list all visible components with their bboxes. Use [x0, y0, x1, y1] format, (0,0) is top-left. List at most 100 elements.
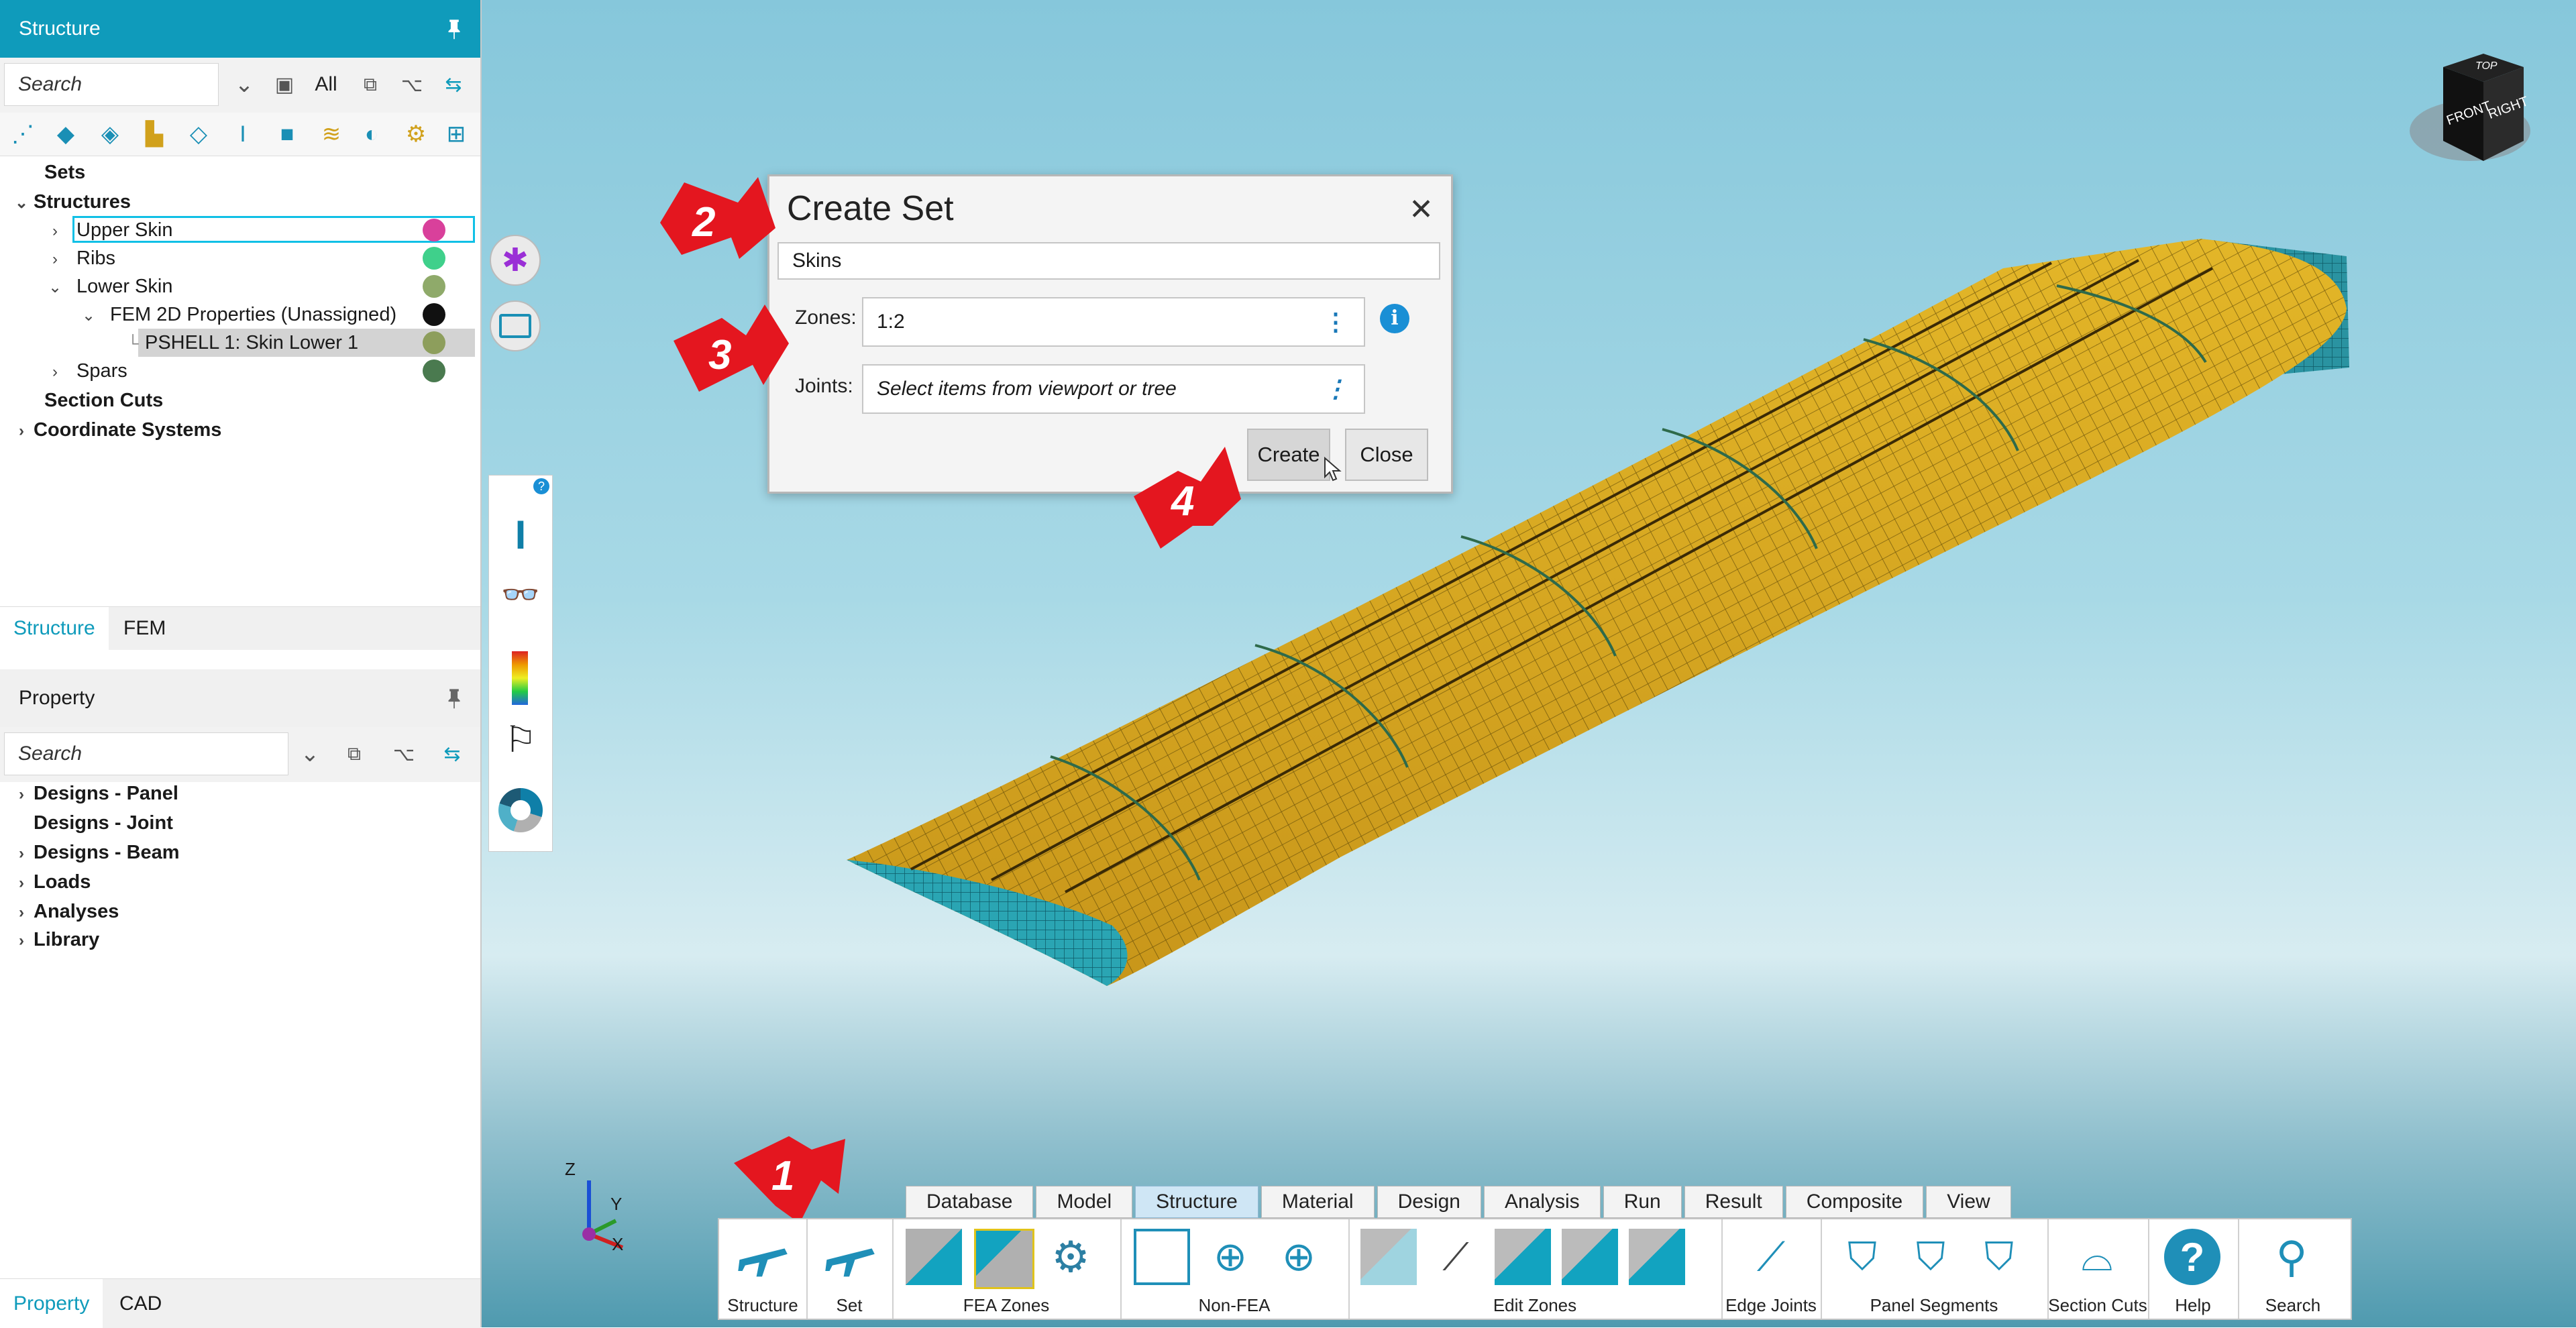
- sync-icon[interactable]: ⇆: [437, 68, 470, 101]
- box-icon[interactable]: ■: [271, 118, 303, 150]
- tab-view[interactable]: View: [1926, 1186, 2011, 1218]
- more-options-icon[interactable]: ⋮: [1324, 377, 1348, 401]
- zones-input[interactable]: 1:2 ⋮: [862, 297, 1365, 347]
- export-zone-icon[interactable]: [1629, 1229, 1685, 1285]
- chevron-down-icon[interactable]: ⌄: [76, 302, 101, 330]
- fea-zone-auto-icon[interactable]: [974, 1229, 1034, 1289]
- tab-result[interactable]: Result: [1684, 1186, 1783, 1218]
- chevron-right-icon[interactable]: ›: [9, 869, 34, 897]
- close-button[interactable]: Close: [1345, 429, 1428, 481]
- chevron-right-icon[interactable]: ›: [9, 899, 34, 927]
- tree-item-upper-skin[interactable]: › Upper Skin: [43, 216, 472, 244]
- collapse-all-icon[interactable]: ⧉: [338, 738, 370, 770]
- chevron-right-icon[interactable]: ›: [9, 840, 34, 868]
- set-name-input[interactable]: Skins: [777, 242, 1440, 280]
- tab-database[interactable]: Database: [906, 1186, 1034, 1218]
- beam-icon[interactable]: ▙: [138, 118, 170, 150]
- color-swatch[interactable]: [423, 247, 445, 270]
- filter-all-label[interactable]: All: [310, 68, 342, 101]
- add-joint-icon[interactable]: ⊕: [1271, 1229, 1327, 1285]
- section-cut-icon[interactable]: ⌓: [2069, 1229, 2125, 1285]
- tree-item-designs-panel[interactable]: › Designs - Panel: [9, 779, 178, 808]
- layers-icon[interactable]: ≋: [315, 118, 347, 150]
- search-icon[interactable]: ⚲: [2263, 1229, 2320, 1285]
- glasses-icon[interactable]: 👓: [497, 576, 544, 623]
- panel-segment-auto-icon[interactable]: ⛉: [1902, 1229, 1959, 1285]
- color-swatch[interactable]: [423, 331, 445, 354]
- chevron-down-icon[interactable]: ⌄: [294, 738, 326, 770]
- chevron-right-icon[interactable]: ›: [9, 781, 34, 809]
- ribbon-group-help[interactable]: ? Help: [2148, 1219, 2239, 1319]
- gear-icon[interactable]: ⚙: [400, 118, 432, 150]
- more-options-icon[interactable]: ⋮: [1324, 310, 1348, 334]
- fea-zone-icon[interactable]: [906, 1229, 962, 1285]
- tab-cad[interactable]: CAD: [106, 1279, 175, 1328]
- property-search-input[interactable]: Search: [4, 732, 288, 775]
- chevron-down-icon[interactable]: ⌄: [228, 68, 260, 101]
- help-icon[interactable]: ?: [533, 478, 549, 494]
- color-swatch[interactable]: [423, 303, 445, 326]
- chevron-right-icon[interactable]: ›: [43, 358, 67, 386]
- select-zone-icon[interactable]: [1360, 1229, 1417, 1285]
- add-zone-icon[interactable]: [1134, 1229, 1190, 1285]
- tree-item-fem-2d-properties[interactable]: ⌄ FEM 2D Properties (Unassigned): [76, 300, 396, 329]
- ribbon-group-edge-joints[interactable]: ⟋ Edge Joints: [1721, 1219, 1822, 1319]
- color-swatch[interactable]: [423, 219, 445, 241]
- tab-analysis[interactable]: Analysis: [1483, 1186, 1601, 1218]
- rectangle-select-icon[interactable]: [490, 300, 541, 351]
- joints-input[interactable]: Select items from viewport or tree ⋮: [862, 364, 1365, 414]
- ribbon-group-set[interactable]: Set: [806, 1219, 894, 1319]
- tree-item-loads[interactable]: › Loads: [9, 868, 91, 896]
- pin-icon[interactable]: [443, 17, 466, 40]
- tab-fem[interactable]: FEM: [110, 607, 179, 650]
- edge-joint-icon[interactable]: ⟋: [1743, 1229, 1799, 1285]
- airplane-set-icon[interactable]: [821, 1229, 877, 1285]
- node-icon[interactable]: ⋰: [7, 118, 39, 150]
- pin-icon[interactable]: [443, 687, 466, 710]
- ribbon-group-structure[interactable]: Structure: [719, 1219, 808, 1319]
- panel-segment-icon[interactable]: ⛉: [1834, 1229, 1890, 1285]
- ibeam-icon[interactable]: I: [227, 118, 259, 150]
- add-beam-icon[interactable]: ⊕: [1202, 1229, 1258, 1285]
- structure-search-input[interactable]: Search: [4, 63, 219, 106]
- sync-icon[interactable]: ⇆: [436, 738, 468, 770]
- ribbon-group-panel-segments[interactable]: ⛉ ⛉ ⛉ Panel Segments: [1821, 1219, 2049, 1319]
- lens-icon[interactable]: ◐: [356, 118, 388, 150]
- tree-item-sets[interactable]: Sets: [20, 158, 85, 186]
- cube-filter-icon[interactable]: ▣: [268, 68, 301, 101]
- ribbon-group-non-fea[interactable]: ⊕ ⊕ Non-FEA: [1120, 1219, 1350, 1319]
- close-icon[interactable]: ✕: [1409, 192, 1434, 227]
- tab-material[interactable]: Material: [1260, 1186, 1375, 1218]
- tab-structure-ribbon[interactable]: Structure: [1135, 1186, 1258, 1218]
- donut-chart-icon[interactable]: [498, 788, 543, 832]
- tree-icon[interactable]: ⌥: [396, 68, 428, 101]
- ibeam-section-icon[interactable]: I: [497, 512, 544, 559]
- color-swatch[interactable]: [423, 275, 445, 298]
- tab-property[interactable]: Property: [0, 1279, 103, 1328]
- tab-run[interactable]: Run: [1603, 1186, 1682, 1218]
- asterisk-icon[interactable]: ✱: [490, 235, 541, 286]
- ribbon-group-search[interactable]: ⚲ Search: [2238, 1219, 2348, 1319]
- tree-item-designs-beam[interactable]: › Designs - Beam: [9, 838, 180, 867]
- tab-composite[interactable]: Composite: [1785, 1186, 1924, 1218]
- chevron-right-icon[interactable]: ›: [9, 927, 34, 955]
- gear-icon[interactable]: ⚙: [1042, 1229, 1099, 1285]
- chevron-down-icon[interactable]: ⌄: [43, 274, 67, 302]
- tree-item-section-cuts[interactable]: Section Cuts: [20, 386, 163, 414]
- plate-icon[interactable]: ◈: [94, 118, 126, 150]
- tree-item-structures[interactable]: ⌄ Structures: [9, 188, 131, 216]
- tree-item-ribs[interactable]: › Ribs: [43, 244, 115, 272]
- help-icon[interactable]: ?: [2164, 1229, 2220, 1285]
- flag-icon[interactable]: ⚐: [497, 718, 544, 765]
- grid-icon[interactable]: ⊞: [440, 118, 472, 150]
- split-zone-icon[interactable]: ⟋: [1428, 1229, 1484, 1285]
- tree-item-library[interactable]: › Library: [9, 926, 99, 954]
- grid-zone-icon[interactable]: [1562, 1229, 1618, 1285]
- ribbon-group-fea-zones[interactable]: ⚙ FEA Zones: [892, 1219, 1122, 1319]
- chevron-right-icon[interactable]: ›: [43, 245, 67, 274]
- tree-item-coordinate-systems[interactable]: › Coordinate Systems: [9, 416, 221, 444]
- tree-item-spars[interactable]: › Spars: [43, 357, 127, 385]
- chevron-right-icon[interactable]: ›: [43, 217, 67, 245]
- ribbon-group-section-cuts[interactable]: ⌓ Section Cuts: [2047, 1219, 2149, 1319]
- shell-icon[interactable]: ◇: [182, 118, 215, 150]
